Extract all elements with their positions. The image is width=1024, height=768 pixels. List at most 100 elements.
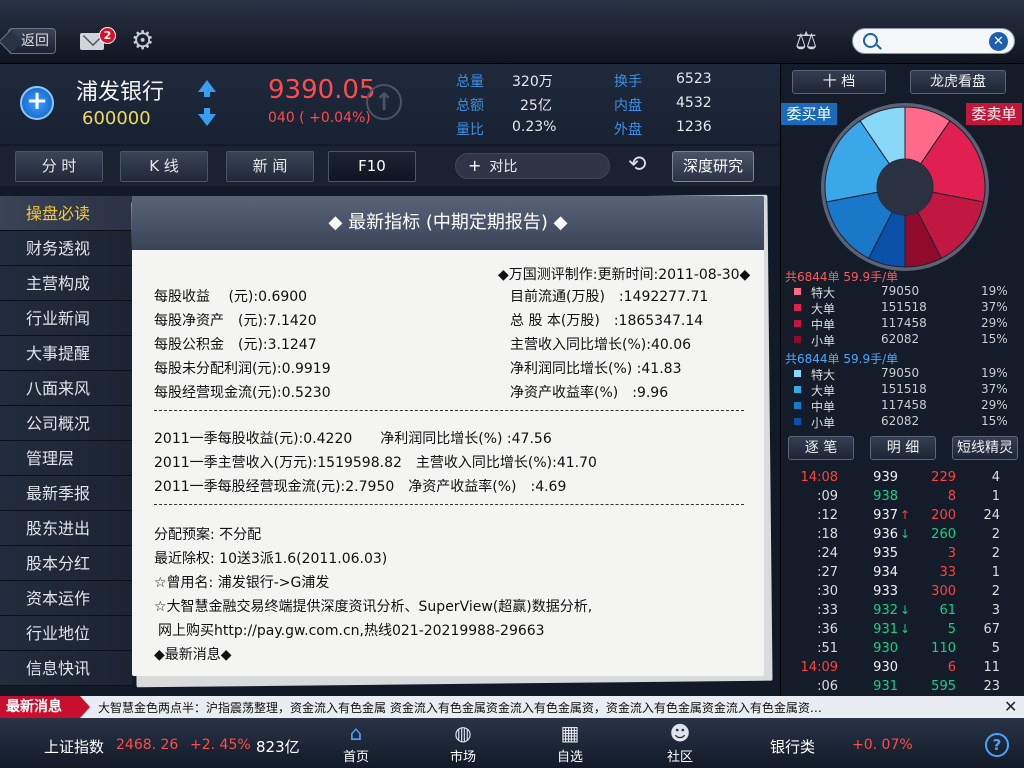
- menu-item-shareholders[interactable]: 股东进出: [0, 511, 132, 546]
- tick-time: :06: [817, 679, 838, 694]
- gear-icon[interactable]: ⚙: [131, 28, 154, 54]
- order-percent: 15%: [981, 414, 1008, 428]
- menu-item-company[interactable]: 公司概况: [0, 406, 132, 441]
- menu-item-management[interactable]: 管理层: [0, 441, 132, 476]
- tick-count: 2: [991, 546, 1000, 561]
- report-paper: ◆ 最新指标 (中期定期报告) ◆ ◆万国测评制作:更新时间:2011-08-3…: [132, 196, 764, 676]
- tab-kline[interactable]: K 线: [120, 151, 208, 182]
- index-name[interactable]: 上证指数: [44, 736, 104, 757]
- news-ticker[interactable]: 最新消息 大智慧金色两点半：沪指震荡整理，资金流入有色金属 资金流入有色金属资金…: [0, 696, 1024, 718]
- tick-price: 938: [873, 489, 898, 504]
- order-count: 117458: [881, 316, 927, 330]
- tab-short-elf[interactable]: 短线精灵: [952, 436, 1018, 460]
- menu-item-events[interactable]: 大事提醒: [0, 336, 132, 371]
- menu-item-all-sides[interactable]: 八面来风: [0, 371, 132, 406]
- metric-left: 每股经营现金流(元):0.5230: [154, 385, 331, 401]
- nav-community[interactable]: ☻ 社区: [650, 722, 710, 766]
- tick-price: 936: [873, 527, 898, 542]
- add-stock-button[interactable]: +: [20, 86, 54, 120]
- stat-label-volume-ratio: 量比: [456, 122, 484, 138]
- tick-price: 931: [873, 679, 898, 694]
- order-pie-chart: [821, 103, 989, 271]
- legend-swatch: [794, 370, 801, 377]
- order-count: 117458: [881, 398, 927, 412]
- order-count: 151518: [881, 382, 927, 396]
- stat-value-volume: 320万: [512, 74, 553, 90]
- menu-item-quarterly[interactable]: 最新季报: [0, 476, 132, 511]
- people-icon: ☻: [669, 721, 691, 745]
- menu-item-must-read[interactable]: 操盘必读: [0, 196, 132, 231]
- tick-time: :30: [817, 584, 838, 599]
- compare-label: 对比: [489, 159, 518, 175]
- order-percent: 37%: [981, 382, 1008, 396]
- stock-name: 浦发银行: [76, 80, 165, 105]
- menu-item-business[interactable]: 主营构成: [0, 266, 132, 301]
- q1-line: 2011一季主营收入(万元):1519598.82 主营收入同比增长(%):41…: [154, 455, 597, 471]
- divider: [154, 410, 744, 411]
- tab-timeshare[interactable]: 分 时: [15, 151, 103, 182]
- tab-tick-by-tick[interactable]: 逐 笔: [788, 436, 854, 460]
- briefcase-icon: ▦: [560, 721, 580, 745]
- tick-count: 1: [991, 489, 1000, 504]
- tick-row: :30 933 300 2: [782, 584, 1022, 603]
- tick-count: 2: [991, 527, 1000, 542]
- tab-detail[interactable]: 明 细: [870, 436, 936, 460]
- tick-volume: 229: [931, 470, 956, 485]
- order-size-label: 大单: [811, 384, 836, 398]
- menu-item-dividends[interactable]: 股本分红: [0, 546, 132, 581]
- menu-item-capital[interactable]: 资本运作: [0, 581, 132, 616]
- compare-button[interactable]: + 对比: [455, 153, 610, 179]
- legend-swatch: [794, 336, 801, 343]
- news-text[interactable]: 大智慧金色两点半：沪指震荡整理，资金流入有色金属 资金流入有色金属资金流入有色金…: [98, 699, 978, 716]
- search-icon[interactable]: [863, 33, 878, 48]
- order-percent: 19%: [981, 366, 1008, 380]
- tick-row: :12 937 ↑ 200 24: [782, 508, 1022, 527]
- legend-swatch: [794, 386, 801, 393]
- index-value: 2468. 26: [116, 737, 179, 753]
- refresh-icon[interactable]: ⟲: [628, 152, 646, 178]
- flow-row: 特大 79050 19%: [785, 284, 1015, 300]
- tab-dragon-tiger[interactable]: 龙虎看盘: [910, 70, 1006, 94]
- close-icon[interactable]: ✕: [1004, 696, 1017, 718]
- nav-home[interactable]: ⌂ 首页: [326, 722, 386, 766]
- next-stock-arrow-icon[interactable]: [198, 108, 216, 126]
- tab-ten-levels[interactable]: 十 档: [792, 70, 886, 94]
- tick-count: 5: [991, 641, 1000, 656]
- tab-news[interactable]: 新 闻: [226, 151, 314, 182]
- menu-item-industry-rank[interactable]: 行业地位: [0, 616, 132, 651]
- legend-swatch: [794, 320, 801, 327]
- nav-watchlist[interactable]: ▦ 自选: [540, 722, 600, 766]
- stat-label-amount: 总额: [456, 98, 484, 114]
- scale-icon[interactable]: ⚖: [795, 28, 817, 54]
- back-button[interactable]: 返回: [8, 28, 56, 54]
- menu-item-flash-news[interactable]: 信息快讯: [0, 651, 132, 686]
- prev-stock-arrow-icon[interactable]: [198, 80, 216, 97]
- deep-research-button[interactable]: 深度研究: [672, 151, 754, 182]
- search-input[interactable]: [887, 32, 987, 50]
- tick-volume: 595: [931, 679, 956, 694]
- flow-row: 中单 117458 29%: [785, 398, 1015, 414]
- tick-count: 11: [983, 660, 1000, 675]
- order-size-label: 中单: [811, 400, 836, 414]
- tick-count: 24: [983, 508, 1000, 523]
- tick-price: 933: [873, 584, 898, 599]
- sector-name[interactable]: 银行类: [770, 736, 815, 757]
- tick-row: :27 934 33 1: [782, 565, 1022, 584]
- divider: [154, 504, 744, 505]
- help-icon[interactable]: ?: [985, 733, 1009, 757]
- tick-row: :33 932 ↓ 61 3: [782, 603, 1022, 622]
- menu-item-finance[interactable]: 财务透视: [0, 231, 132, 266]
- nav-market[interactable]: ◍ 市场: [433, 722, 493, 766]
- update-time: ◆万国测评制作:更新时间:2011-08-30◆: [498, 267, 751, 283]
- news-label: 最新消息: [0, 696, 90, 718]
- metric-left: 每股收益 (元):0.6900: [154, 289, 308, 305]
- stock-price: 9390.05: [268, 75, 376, 105]
- tab-f10[interactable]: F10: [328, 151, 416, 182]
- flow-row: 小单 62082 15%: [785, 332, 1015, 348]
- tick-price: 939: [873, 470, 898, 485]
- menu-item-industry-news[interactable]: 行业新闻: [0, 301, 132, 336]
- clear-icon[interactable]: ✕: [989, 32, 1008, 51]
- tick-price: 934: [873, 565, 898, 580]
- tick-volume: 33: [939, 565, 956, 580]
- tick-volume: 3: [947, 546, 956, 561]
